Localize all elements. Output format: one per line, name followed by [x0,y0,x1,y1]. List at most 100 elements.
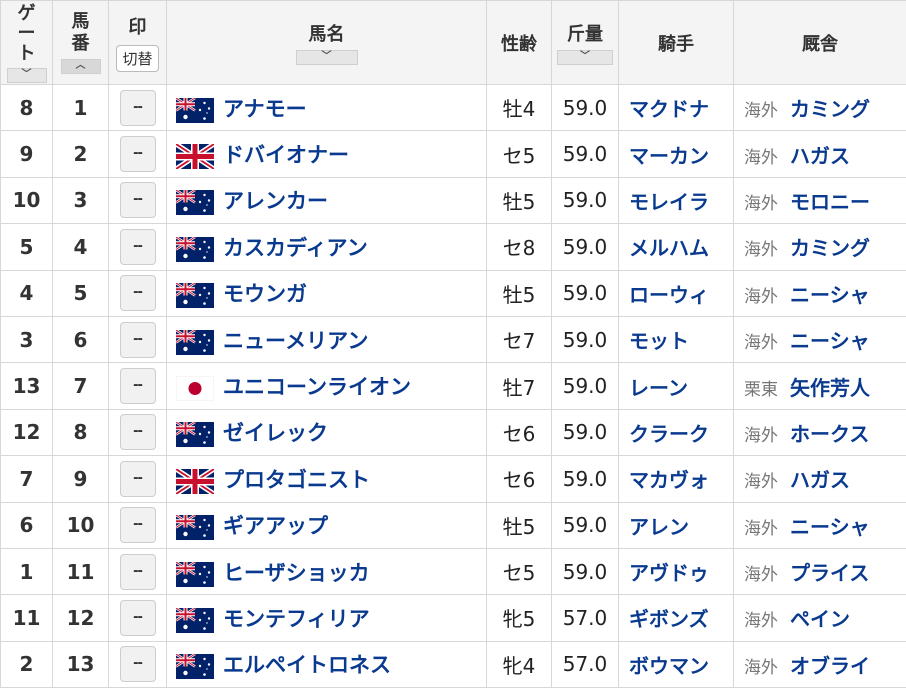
mark-button[interactable]: -- [119,275,156,312]
table-row: 7 9 -- プロタゴニスト セ6 59.0 マカヴォ 海外 ハガス [0,455,906,503]
number-sort-icon[interactable]: ︿ [60,59,101,74]
jockey-cell: ローウィ [618,269,734,317]
trainer-name-link[interactable]: オブライ [790,654,870,678]
mark-button[interactable]: -- [119,460,156,497]
horse-name-link[interactable]: ユニコーンライオン [223,375,411,399]
trainer-name-link[interactable]: プライス [790,561,869,585]
gate-cell: 9 [0,130,53,178]
gate-header[interactable]: ゲート ﹀ [0,0,53,85]
jockey-name-link[interactable]: メルハム [620,236,709,260]
jockey-name-link[interactable]: レーン [620,376,688,400]
jockey-name-link[interactable]: ボウマン [620,654,709,678]
jockey-cell: クラーク [618,408,734,457]
trainer-name-link[interactable]: 矢作芳人 [790,376,870,400]
table-row: 8 1 -- アナモー 牡4 59.0 マクドナ 海外 カミング [0,83,906,132]
mark-button[interactable]: -- [119,368,156,405]
number-cell: 2 [52,130,109,178]
table-row: 4 5 -- モウンガ 牡5 59.0 ローウィ 海外 ニーシャ [0,269,906,317]
australia-flag-icon [176,654,214,680]
horse-sort-icon[interactable]: ﹀ [295,50,358,65]
trainer-name-link[interactable]: モロニー [790,190,870,214]
jockey-name-link[interactable]: マクドナ [620,97,709,121]
jockey-name-link[interactable]: アレン [620,515,689,539]
sex-age-cell: 牡5 [486,176,552,225]
trainer-name-link[interactable]: ペイン [790,607,850,631]
number-header-label: 馬番 [71,11,90,54]
jockey-name-link[interactable]: モレイラ [620,190,709,214]
horse-name-link[interactable]: アナモー [223,97,307,121]
stable-region: 海外 [744,565,778,586]
jockey-cell: レーン [618,362,734,410]
horse-name-link[interactable]: ギアアップ [223,514,328,538]
trainer-name-link[interactable]: ハガス [790,468,850,492]
horse-name-link[interactable]: エルペイトロネス [223,653,391,677]
sex-age-cell: セ6 [486,408,552,457]
mark-cell: -- [108,315,167,364]
horse-cell: ギアアップ [166,501,487,549]
sex-age-cell: 牡7 [486,362,552,410]
horse-name-link[interactable]: ニューメリアン [223,329,368,353]
trainer-name-link[interactable]: カミング [790,97,870,121]
stable-region: 海外 [744,286,778,307]
gate-sort-icon[interactable]: ﹀ [6,68,47,83]
table-row: 13 7 -- ユニコーンライオン 牡7 59.0 レーン 栗東 矢作芳人 [0,362,906,410]
weight-sort-icon[interactable]: ﹀ [557,50,613,65]
jockey-name-link[interactable]: アヴドゥ [620,561,709,585]
mark-button[interactable]: -- [119,228,156,265]
mark-button[interactable]: -- [119,553,156,590]
stable-region: 海外 [744,101,778,122]
weight-header-label: 斤量 [567,24,603,45]
mark-cell: -- [108,362,167,410]
stable-cell: 海外 オブライ [733,640,906,689]
weight-cell: 59.0 [551,455,619,503]
mark-button[interactable]: -- [119,414,156,451]
jockey-name-link[interactable]: マカヴォ [620,468,709,492]
trainer-name-link[interactable]: ニーシャ [790,283,870,307]
sex-age-cell: 牝5 [486,594,552,642]
table-row: 9 2 -- ドバイオナー セ5 59.0 マーカン 海外 ハガス [0,130,906,178]
horse-name-link[interactable]: モンテフィリア [223,607,370,631]
mark-button[interactable]: -- [119,599,156,636]
trainer-name-link[interactable]: ホークス [790,422,869,446]
mark-button[interactable]: -- [119,321,156,358]
mark-cell: -- [108,223,167,271]
number-header[interactable]: 馬番 ︿ [52,0,109,85]
horse-name-link[interactable]: ドバイオナー [223,143,349,167]
mark-button[interactable]: -- [119,89,156,126]
stable-cell: 海外 モロニー [733,176,906,225]
horse-name-link[interactable]: モウンガ [223,282,307,306]
sex-age-cell: 牡5 [486,269,552,317]
mark-button[interactable]: -- [119,646,156,683]
number-cell: 5 [52,269,109,317]
jockey-name-link[interactable]: クラーク [620,422,709,446]
jockey-cell: アレン [618,501,734,549]
gate-cell: 2 [0,640,53,689]
horse-name-link[interactable]: プロタゴニスト [223,468,370,492]
sex-age-cell: 牝4 [486,640,552,689]
horse-name-link[interactable]: ヒーザショッカ [223,561,370,585]
mark-button[interactable]: -- [119,507,156,544]
australia-flag-icon [176,561,214,587]
stable-region: 海外 [744,518,778,539]
stable-cell: 海外 ハガス [733,130,906,178]
horse-name-link[interactable]: カスカディアン [223,236,368,260]
mark-button[interactable]: -- [119,136,156,173]
jockey-name-link[interactable]: マーカン [620,144,709,168]
jockey-name-link[interactable]: ローウィ [620,283,709,307]
horse-name-link[interactable]: ゼイレック [223,421,328,445]
jockey-name-link[interactable]: ギボンズ [620,607,709,631]
horse-cell: ゼイレック [166,408,487,457]
weight-header[interactable]: 斤量 ﹀ [551,0,619,85]
horse-name-link[interactable]: アレンカー [223,189,328,213]
mark-button[interactable]: -- [119,182,156,219]
horse-header[interactable]: 馬名 ﹀ [166,0,487,85]
trainer-name-link[interactable]: ハガス [790,144,850,168]
trainer-name-link[interactable]: ニーシャ [790,515,870,539]
mark-toggle-button[interactable]: 切替 [116,45,159,72]
jockey-name-link[interactable]: モット [620,329,689,353]
trainer-name-link[interactable]: ニーシャ [790,329,870,353]
weight-cell: 59.0 [551,83,619,132]
jockey-cell: モレイラ [618,176,734,225]
trainer-name-link[interactable]: カミング [790,236,870,260]
mark-header-label: 印 [128,17,147,38]
